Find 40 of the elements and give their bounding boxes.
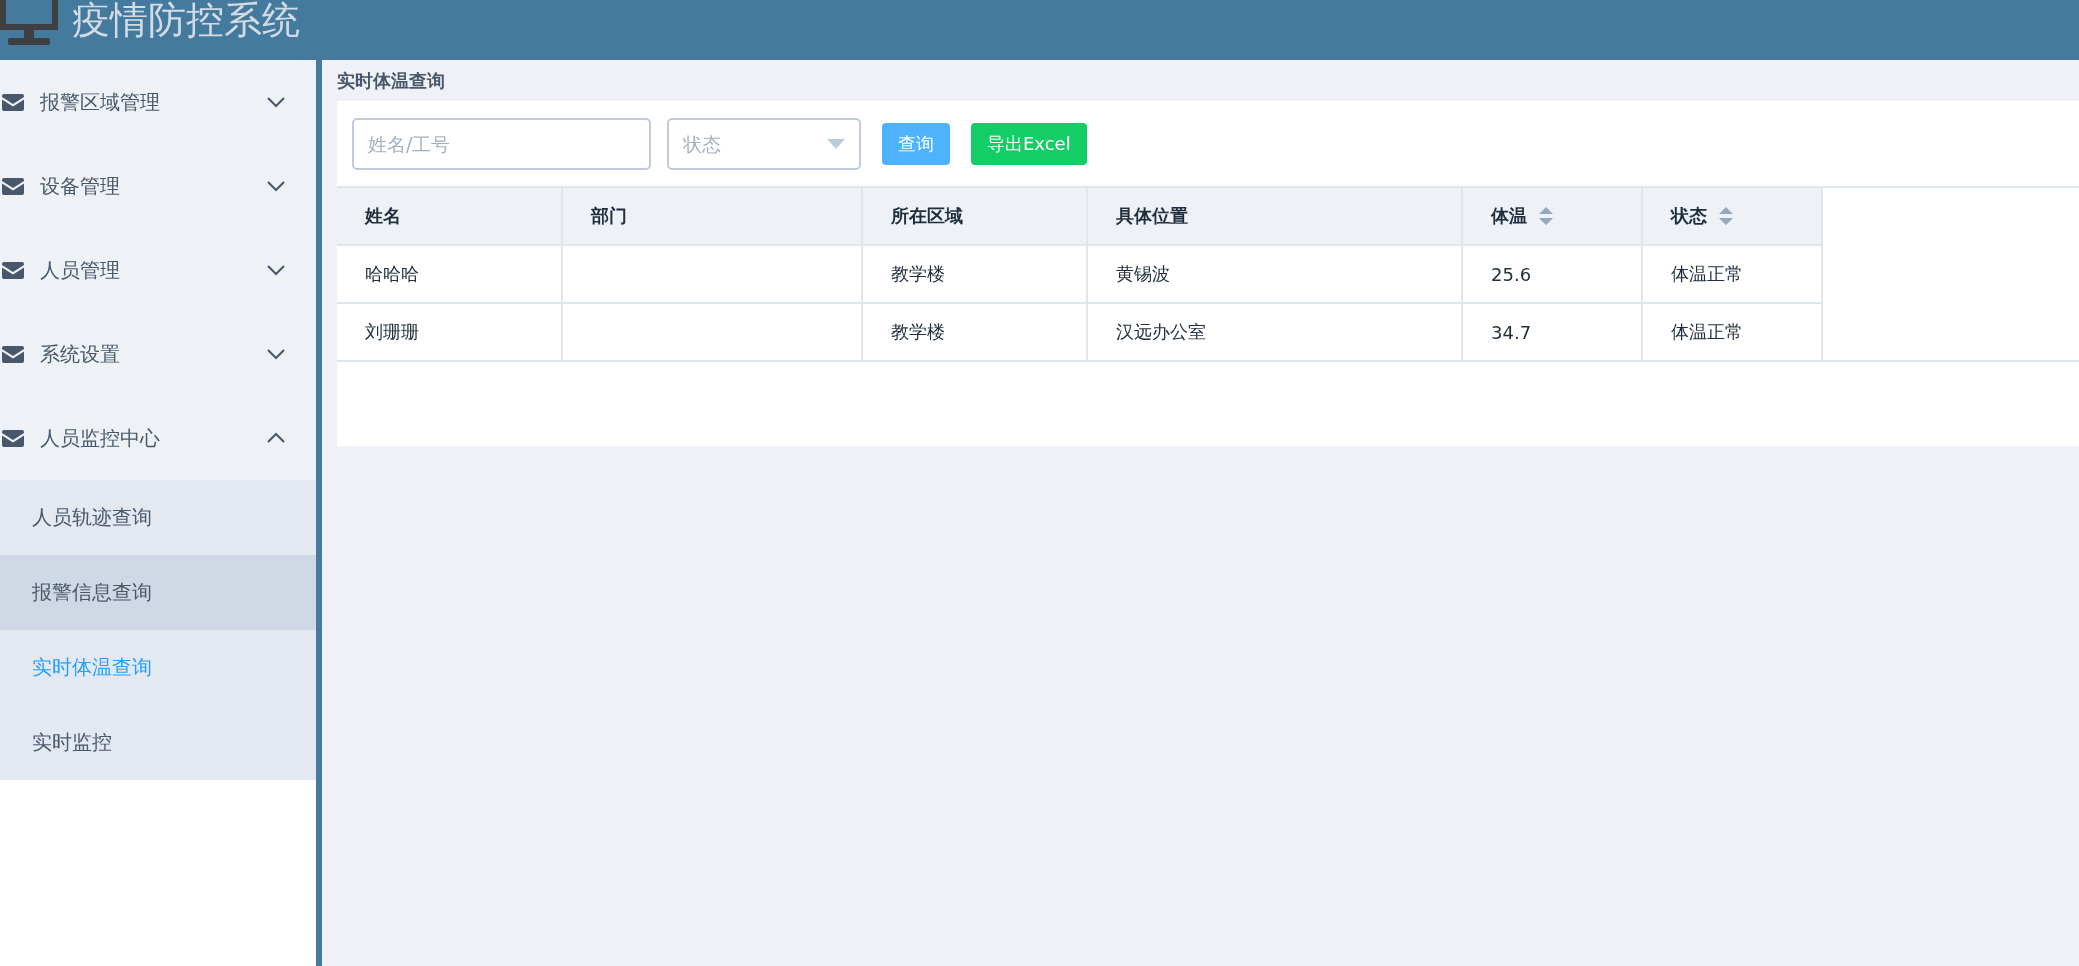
name-search-field[interactable]: 姓名/工号 <box>352 117 651 170</box>
sidebar-group[interactable]: 人员管理 <box>0 228 316 312</box>
chevron-down-icon <box>266 264 286 276</box>
table-cell: 教学楼 <box>862 303 1087 361</box>
chevron-down-icon <box>266 96 286 108</box>
app-title: 疫情防控系统 <box>72 1 300 39</box>
mail-icon <box>2 345 24 363</box>
table-cell: 教学楼 <box>862 245 1087 303</box>
mail-icon <box>2 177 24 195</box>
sidebar-group[interactable]: 设备管理 <box>0 144 316 228</box>
mail-icon <box>2 93 24 111</box>
chevron-up-icon <box>266 432 286 444</box>
sidebar-item[interactable]: 报警信息查询 <box>0 555 316 630</box>
sidebar-item[interactable]: 人员轨迹查询 <box>0 480 316 555</box>
table-cell: 25.6 <box>1462 245 1642 303</box>
mail-icon <box>2 261 24 279</box>
sidebar-group[interactable]: 报警区域管理 <box>0 60 316 144</box>
column-header[interactable]: 体温 <box>1462 187 1642 245</box>
page-title: 实时体温查询 <box>337 69 446 93</box>
column-header: 部门 <box>562 187 862 245</box>
column-header[interactable]: 状态 <box>1642 187 1822 245</box>
chevron-down-icon <box>266 180 286 192</box>
status-select[interactable]: 状态 <box>667 117 861 170</box>
table-cell: 刘珊珊 <box>337 303 562 361</box>
sidebar-group[interactable]: 系统设置 <box>0 312 316 396</box>
dropdown-caret-icon <box>827 138 845 149</box>
column-header: 姓名 <box>337 187 562 245</box>
column-header: 具体位置 <box>1087 187 1462 245</box>
sidebar-group[interactable]: 人员监控中心 <box>0 396 316 480</box>
monitor-icon <box>0 0 58 46</box>
table-cell: 哈哈哈 <box>337 245 562 303</box>
mail-icon <box>2 429 24 447</box>
table-cell: 汉远办公室 <box>1087 303 1462 361</box>
table-cell: 34.7 <box>1462 303 1642 361</box>
sort-icon[interactable] <box>1539 207 1553 225</box>
column-header: 所在区域 <box>862 187 1087 245</box>
sort-icon[interactable] <box>1719 207 1733 225</box>
table-cell: 黄锡波 <box>1087 245 1462 303</box>
sidebar-item[interactable]: 实时监控 <box>0 705 316 780</box>
chevron-down-icon <box>266 348 286 360</box>
